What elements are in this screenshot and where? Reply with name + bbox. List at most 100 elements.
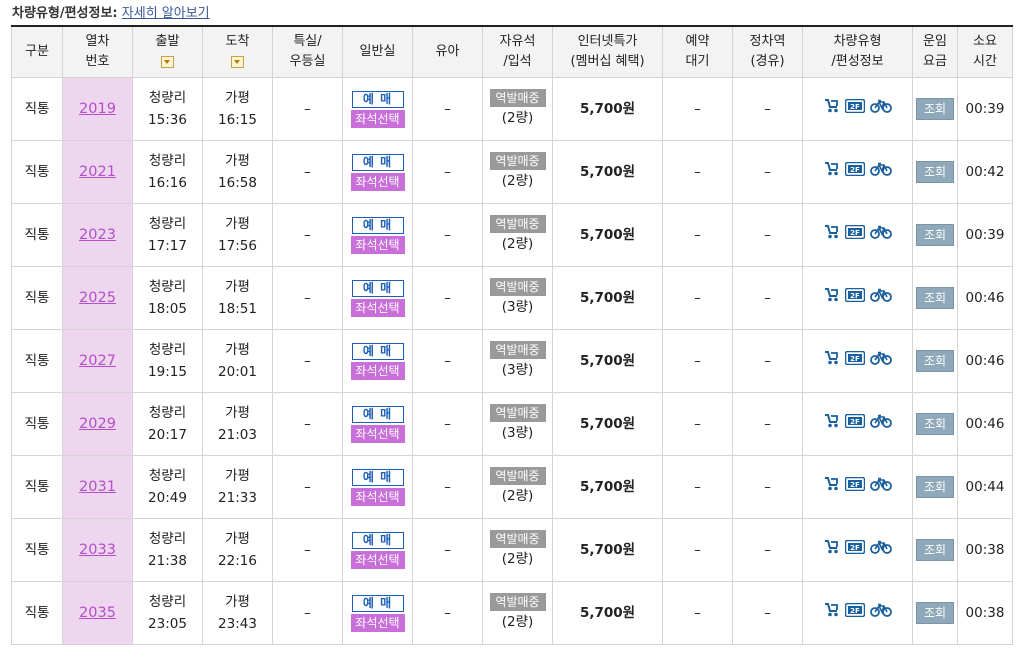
header-row: 구분 열차 번호 출발 도착 특실/우등실 일반실 유아 자유석/입석 인터넷특가…: [11, 26, 1013, 78]
seat-select-button[interactable]: 좌석선택: [350, 298, 405, 317]
stroller-icon: [825, 540, 838, 554]
reserve-button[interactable]: 예 매: [351, 216, 404, 234]
vehicle-info-cell[interactable]: 2F: [802, 140, 913, 204]
seat-select-button[interactable]: 좌석선택: [350, 172, 405, 191]
seat-select-button[interactable]: 좌석선택: [350, 361, 405, 380]
fare-inquiry-button[interactable]: 조회: [916, 98, 954, 120]
seat-select-button[interactable]: 좌석선택: [350, 550, 405, 569]
car-count: (2량): [501, 551, 534, 567]
arrival-station: 가평: [225, 90, 250, 106]
learn-more-link[interactable]: 자세히 알아보기: [122, 6, 210, 21]
train-timetable: 구분 열차 번호 출발 도착 특실/우등실 일반실 유아 자유석/입석 인터넷특가…: [11, 25, 1013, 645]
departure-time: 15:36: [148, 112, 187, 128]
vehicle-info-cell[interactable]: 2F: [802, 203, 913, 267]
seat-select-button[interactable]: 좌석선택: [350, 613, 405, 632]
fare-inquiry-button[interactable]: 조회: [916, 224, 954, 246]
vehicle-info-cell[interactable]: 2F: [802, 329, 913, 393]
departure-station: 청량리: [148, 279, 187, 295]
free-seat-cell: 역발매중 (2량): [482, 77, 553, 141]
vehicle-info-cell[interactable]: 2F: [802, 266, 913, 330]
seat-select-button[interactable]: 좌석선택: [350, 487, 405, 506]
table-row: 직통 2033 청량리 21:38 가평 22:16 – 예 매 좌석선택 – 역발매…: [11, 518, 1013, 582]
header-gubun: 구분: [11, 26, 63, 78]
seat-select-button[interactable]: 좌석선택: [350, 424, 405, 443]
train-number-link[interactable]: 2033: [79, 542, 116, 558]
car-count: (2량): [501, 173, 534, 189]
general-seat-cell: 예 매 좌석선택: [342, 266, 413, 330]
car-count: (2량): [501, 236, 534, 252]
special-seat: –: [272, 266, 343, 330]
sort-depart-icon[interactable]: [161, 55, 174, 68]
2f-icon: 2F: [845, 539, 865, 554]
departure-station: 청량리: [148, 90, 187, 106]
fare-inquiry-button[interactable]: 조회: [916, 287, 954, 309]
stroller-icon: [825, 414, 838, 428]
fare-inquiry-button[interactable]: 조회: [916, 476, 954, 498]
reserve-button[interactable]: 예 매: [351, 342, 404, 360]
fare-inquiry-button[interactable]: 조회: [916, 413, 954, 435]
duration: 00:46: [957, 392, 1013, 456]
internet-price: 5,700원: [552, 203, 663, 267]
arrival-station: 가평: [225, 531, 250, 547]
reserve-button[interactable]: 예 매: [351, 594, 404, 612]
car-count: (3량): [501, 299, 534, 315]
fare-inquiry-button[interactable]: 조회: [916, 539, 954, 561]
departure-station: 청량리: [148, 153, 187, 169]
reserve-button[interactable]: 예 매: [351, 468, 404, 486]
fare-inquiry-button[interactable]: 조회: [916, 350, 954, 372]
train-number-cell: 2019: [62, 77, 133, 141]
reserve-button[interactable]: 예 매: [351, 153, 404, 171]
car-count: (3량): [501, 362, 534, 378]
departure-time: 17:17: [148, 238, 187, 254]
free-seat-cell: 역발매중 (2량): [482, 203, 553, 267]
special-seat: –: [272, 455, 343, 519]
train-number-link[interactable]: 2029: [79, 416, 116, 432]
duration: 00:39: [957, 203, 1013, 267]
train-type: 직통: [11, 77, 63, 141]
bicycle-icon: [870, 414, 892, 428]
general-seat-cell: 예 매 좌석선택: [342, 77, 413, 141]
duration: 00:42: [957, 140, 1013, 204]
vehicle-info-cell[interactable]: 2F: [802, 392, 913, 456]
vehicle-info-label: 차량유형/편성정보:: [12, 6, 118, 21]
table-row: 직통 2029 청량리 20:17 가평 21:03 – 예 매 좌석선택 – 역발매…: [11, 392, 1013, 456]
arrival-cell: 가평 16:58: [202, 140, 273, 204]
general-seat-cell: 예 매 좌석선택: [342, 581, 413, 645]
vehicle-info-cell[interactable]: 2F: [802, 77, 913, 141]
arrival-cell: 가평 17:56: [202, 203, 273, 267]
train-number-link[interactable]: 2023: [79, 227, 116, 243]
train-number-link[interactable]: 2035: [79, 605, 116, 621]
vehicle-info-cell[interactable]: 2F: [802, 518, 913, 582]
waitlist: –: [662, 518, 733, 582]
train-number-link[interactable]: 2019: [79, 101, 116, 117]
departure-cell: 청량리 16:16: [132, 140, 203, 204]
transfer-station: –: [732, 329, 803, 393]
sort-arrive-icon[interactable]: [231, 55, 244, 68]
reserve-button[interactable]: 예 매: [351, 279, 404, 297]
departure-cell: 청량리 20:17: [132, 392, 203, 456]
train-number-link[interactable]: 2031: [79, 479, 116, 495]
infant-seat: –: [412, 392, 483, 456]
infant-seat: –: [412, 329, 483, 393]
seat-select-button[interactable]: 좌석선택: [350, 109, 405, 128]
vehicle-info-cell[interactable]: 2F: [802, 581, 913, 645]
special-seat: –: [272, 518, 343, 582]
departure-cell: 청량리 18:05: [132, 266, 203, 330]
reserve-button[interactable]: 예 매: [351, 531, 404, 549]
reserve-button[interactable]: 예 매: [351, 90, 404, 108]
free-seat-cell: 역발매중 (2량): [482, 581, 553, 645]
arrival-time: 21:03: [218, 427, 257, 443]
reserve-button[interactable]: 예 매: [351, 405, 404, 423]
train-number-link[interactable]: 2025: [79, 290, 116, 306]
fare-inquiry-button[interactable]: 조회: [916, 161, 954, 183]
fare-inquiry-button[interactable]: 조회: [916, 602, 954, 624]
table-row: 직통 2023 청량리 17:17 가평 17:56 – 예 매 좌석선택 – 역발매…: [11, 203, 1013, 267]
train-number-link[interactable]: 2021: [79, 164, 116, 180]
svg-text:2F: 2F: [850, 103, 860, 111]
vehicle-info-cell[interactable]: 2F: [802, 455, 913, 519]
internet-price: 5,700원: [552, 266, 663, 330]
header-trainno: 열차 번호: [62, 26, 133, 78]
header-fare: 운임 요금: [912, 26, 958, 78]
seat-select-button[interactable]: 좌석선택: [350, 235, 405, 254]
train-number-link[interactable]: 2027: [79, 353, 116, 369]
